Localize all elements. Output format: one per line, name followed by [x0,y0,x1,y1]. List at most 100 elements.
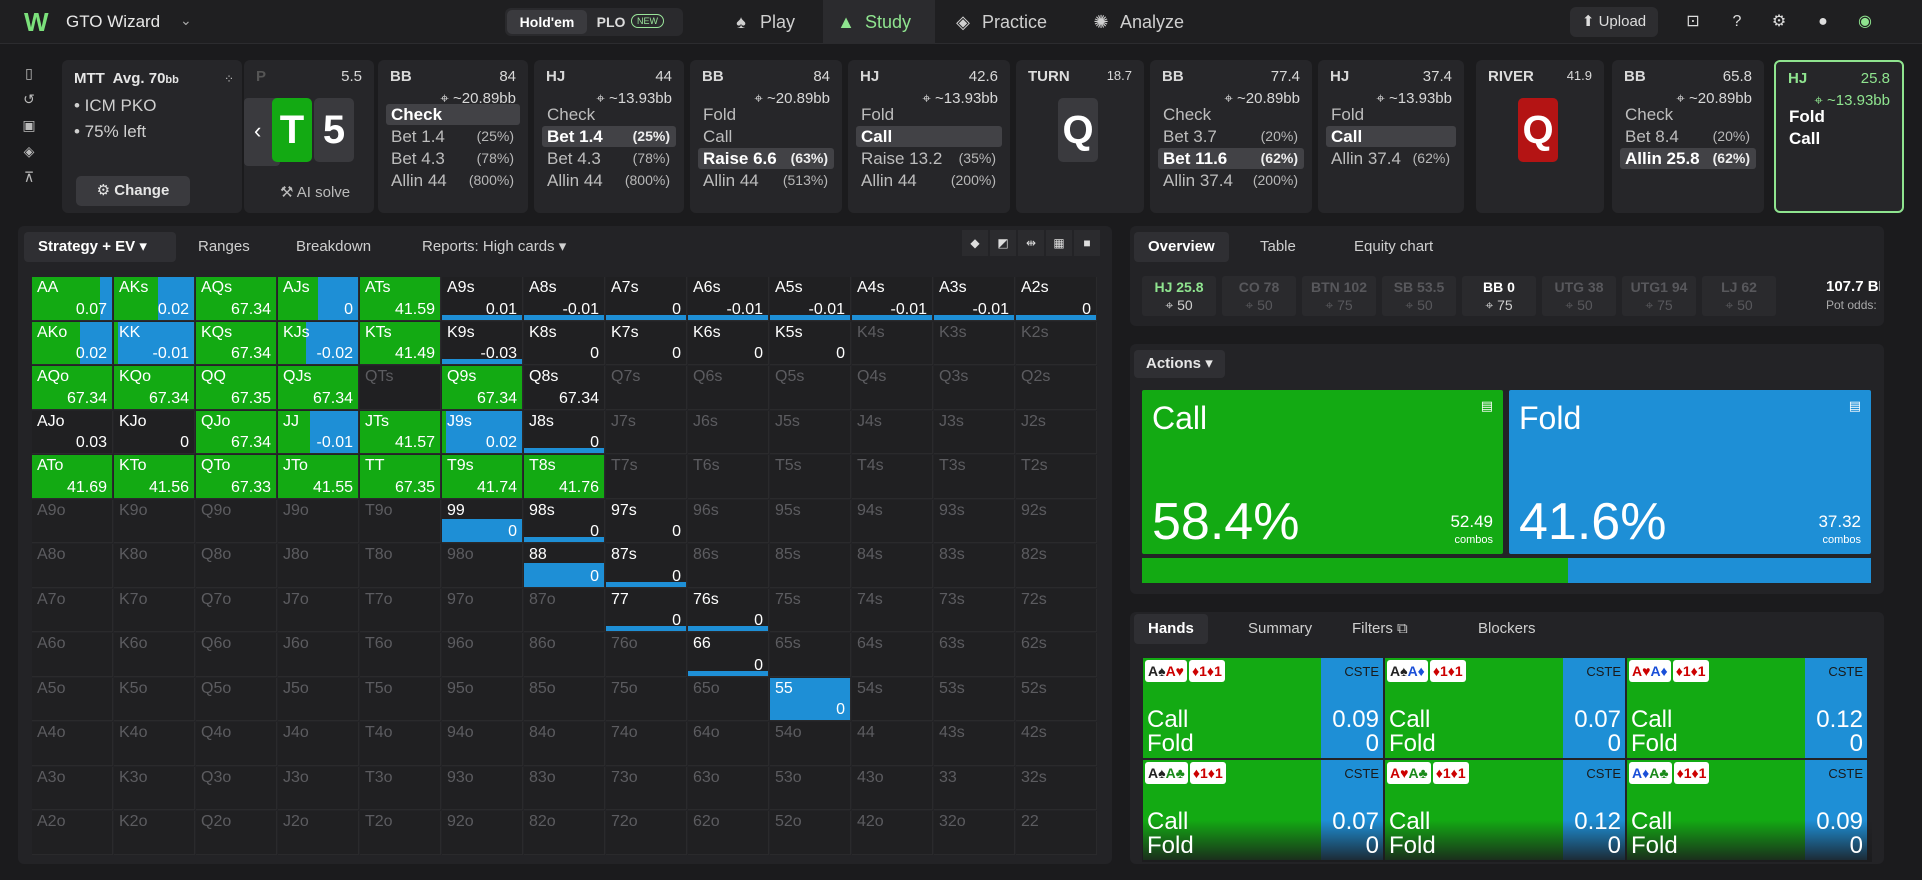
hand-cell-kk[interactable]: -0.01 KK [114,321,195,365]
hand-cell-k5s[interactable]: 0 K5s [770,321,851,365]
hand-cell-43s[interactable]: 43s [934,722,1015,766]
hand-cell-aks[interactable]: 0.02 AKs [114,277,195,321]
hand-cell-a9s[interactable]: 0.01 A9s [442,277,523,321]
hand-cell-t3o[interactable]: T3o [360,766,441,810]
tab-strategy-ev[interactable]: Strategy + EV ▾ [24,232,176,262]
hand-cell-k6o[interactable]: K6o [114,633,195,677]
node-action-option[interactable]: Call [698,126,834,147]
node-action-option[interactable]: Bet 1.4 (25%) [386,126,520,147]
hand-cell-73s[interactable]: 73s [934,588,1015,632]
action-node-card[interactable]: HJ 44 ⌖ ~13.93bb Check Bet 1.4 (25%) Bet 4.3 (7… [534,60,684,213]
hand-cell-q2o[interactable]: Q2o [196,811,277,855]
hand-cell-t9o[interactable]: T9o [360,499,441,543]
hand-cell-66[interactable]: 0 66 [688,633,769,677]
hand-cell-q5o[interactable]: Q5o [196,677,277,721]
screenshot-icon[interactable]: ⊡ [1678,7,1708,37]
gear-icon[interactable]: ⚙ [1764,7,1794,37]
hand-cell-q9s[interactable]: 67.34 Q9s [442,366,523,410]
hand-cell-jto[interactable]: 41.55 JTo [278,455,359,499]
hand-cell-k9o[interactable]: K9o [114,499,195,543]
hand-cell-t9s[interactable]: 41.74 T9s [442,455,523,499]
hand-cell-92o[interactable]: 92o [442,811,523,855]
ai-solve-button[interactable]: ⚒ AI solve [280,183,350,201]
hand-combo-card[interactable]: A♠A♦ ♦1♦1 CSTE Call Fold 0.07 0 [1385,658,1625,758]
hand-cell-52o[interactable]: 52o [770,811,851,855]
node-action-option[interactable]: Raise 6.6 (63%) [698,148,834,169]
hand-cell-65o[interactable]: 65o [688,677,769,721]
contrast-icon[interactable]: ◩ [990,230,1016,256]
hand-cell-k5o[interactable]: K5o [114,677,195,721]
node-action-option[interactable]: Raise 13.2 (35%) [856,148,1002,169]
node-action-option[interactable]: Allin 25.8 (62%) [1620,148,1756,169]
hand-cell-44[interactable]: 44 [852,722,933,766]
hand-cell-a4o[interactable]: A4o [32,722,113,766]
node-action-option[interactable]: Fold [1326,104,1456,125]
hand-cell-76o[interactable]: 76o [606,633,687,677]
preflop-board-card[interactable]: P 5.5 ‹ T 5 ⚒ AI solve [244,60,374,213]
hand-cell-qq[interactable]: 67.35 QQ [196,366,277,410]
hand-cell-a8o[interactable]: A8o [32,544,113,588]
hand-cell-q9o[interactable]: Q9o [196,499,277,543]
hand-cell-54s[interactable]: 54s [852,677,933,721]
hand-cell-k7s[interactable]: 0 K7s [606,321,687,365]
hand-cell-97s[interactable]: 0 97s [606,499,687,543]
hand-cell-22[interactable]: 22 [1016,811,1097,855]
player-stack-box[interactable]: HJ 25.8 ⌖ 50 [1142,276,1216,316]
player-stack-box[interactable]: UTG1 94 ⌖ 75 [1622,276,1696,316]
node-action-option[interactable]: Check [1158,104,1304,125]
node-action-option[interactable]: Check [542,104,676,125]
hand-cell-93s[interactable]: 93s [934,499,1015,543]
hand-cell-96s[interactable]: 96s [688,499,769,543]
hand-cell-86o[interactable]: 86o [524,633,605,677]
hand-cell-74s[interactable]: 74s [852,588,933,632]
hand-cell-75s[interactable]: 75s [770,588,851,632]
hand-cell-ajo[interactable]: 0.03 AJo [32,410,113,454]
history-icon[interactable]: ↺ [18,86,40,112]
hand-cell-t7o[interactable]: T7o [360,588,441,632]
node-action-option[interactable]: Allin 44 (800%) [542,170,676,191]
hand-cell-aqo[interactable]: 67.34 AQo [32,366,113,410]
node-action-option[interactable]: Check [1620,104,1756,125]
hand-cell-q3s[interactable]: Q3s [934,366,1015,410]
holdem-toggle-button[interactable]: Hold'em [507,10,587,34]
hand-cell-ato[interactable]: 41.69 ATo [32,455,113,499]
hand-cell-43o[interactable]: 43o [852,766,933,810]
hand-cell-63s[interactable]: 63s [934,633,1015,677]
node-action-option[interactable]: Bet 11.6 (62%) [1158,148,1304,169]
tab-hands[interactable]: Hands [1134,614,1208,644]
gto-wizard-logo-icon[interactable]: W [24,9,54,35]
hand-cell-98o[interactable]: 98o [442,544,523,588]
hand-cell-95s[interactable]: 95s [770,499,851,543]
hand-cell-j5o[interactable]: J5o [278,677,359,721]
hand-cell-62o[interactable]: 62o [688,811,769,855]
hand-cell-q3o[interactable]: Q3o [196,766,277,810]
hand-cell-a4s[interactable]: -0.01 A4s [852,277,933,321]
player-stack-box[interactable]: BB 0 ⌖ 75 [1462,276,1536,316]
hand-cell-j3o[interactable]: J3o [278,766,359,810]
hand-cell-t4o[interactable]: T4o [360,722,441,766]
notes-icon[interactable]: ▤ [1481,398,1493,414]
hand-cell-73o[interactable]: 73o [606,766,687,810]
hand-cell-86s[interactable]: 86s [688,544,769,588]
hand-cell-t8o[interactable]: T8o [360,544,441,588]
hand-cell-94o[interactable]: 94o [442,722,523,766]
hand-cell-a2o[interactable]: A2o [32,811,113,855]
compress-icon[interactable]: ⇹ [1018,230,1044,256]
hand-cell-32s[interactable]: 32s [1016,766,1097,810]
hand-cell-53s[interactable]: 53s [934,677,1015,721]
hand-cell-j7s[interactable]: J7s [606,410,687,454]
hand-cell-53o[interactable]: 53o [770,766,851,810]
tab-reports[interactable]: Reports: High cards ▾ [408,232,580,262]
hand-cell-42o[interactable]: 42o [852,811,933,855]
action-node-card[interactable]: BB 65.8 ⌖ ~20.89bb Check Bet 8.4 (20%) Allin 2… [1612,60,1764,213]
hand-cell-k4s[interactable]: K4s [852,321,933,365]
hand-cell-75o[interactable]: 75o [606,677,687,721]
hand-cell-t2s[interactable]: T2s [1016,455,1097,499]
hand-cell-t8s[interactable]: 41.76 T8s [524,455,605,499]
tab-table[interactable]: Table [1246,232,1310,262]
hand-cell-kjs[interactable]: -0.02 KJs [278,321,359,365]
hand-cell-a3o[interactable]: A3o [32,766,113,810]
hand-cell-85s[interactable]: 85s [770,544,851,588]
hand-cell-t4s[interactable]: T4s [852,455,933,499]
hand-cell-64o[interactable]: 64o [688,722,769,766]
